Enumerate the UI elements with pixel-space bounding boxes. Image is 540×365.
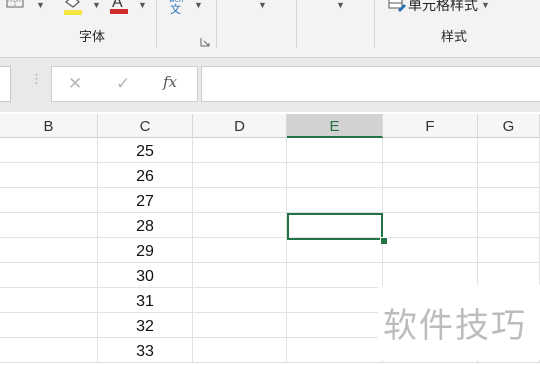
cell-d-6[interactable] — [193, 263, 287, 288]
cell-c-7[interactable]: 31 — [98, 288, 193, 313]
font-color-dropdown-icon[interactable]: ▼ — [138, 0, 147, 10]
cell-f-5[interactable] — [383, 238, 478, 263]
cell-e-2[interactable] — [287, 163, 383, 188]
cell-d-9[interactable] — [193, 338, 287, 363]
number-dropdown-icon[interactable]: ▼ — [336, 0, 345, 10]
cell-e-9[interactable] — [287, 338, 383, 363]
cell-d-1[interactable] — [193, 138, 287, 163]
phonetic-guide-button[interactable]: wén 文 — [166, 0, 188, 16]
column-header-b[interactable]: B — [0, 114, 98, 138]
name-box[interactable] — [0, 66, 11, 102]
cell-c-4[interactable]: 28 — [98, 213, 193, 238]
group-separator — [216, 0, 217, 48]
font-group-label: 字体 — [79, 29, 106, 44]
group-separator — [296, 0, 297, 48]
cell-b-5[interactable] — [0, 238, 98, 263]
fill-color-dropdown-icon[interactable]: ▼ — [92, 0, 101, 10]
cell-g-4[interactable] — [478, 213, 540, 238]
cell-d-2[interactable] — [193, 163, 287, 188]
cell-styles-button[interactable]: 单元格样式 ▼ — [388, 0, 490, 16]
cell-f-2[interactable] — [383, 163, 478, 188]
active-cell-e6[interactable] — [287, 213, 383, 240]
separator — [156, 0, 157, 48]
cell-c-8[interactable]: 32 — [98, 313, 193, 338]
cell-c-3[interactable]: 27 — [98, 188, 193, 213]
font-color-icon: A — [110, 0, 128, 14]
paint-bucket-icon — [64, 0, 82, 15]
cell-d-7[interactable] — [193, 288, 287, 313]
cell-g-1[interactable] — [478, 138, 540, 163]
cell-c-9[interactable]: 33 — [98, 338, 193, 363]
cell-f-3[interactable] — [383, 188, 478, 213]
cell-b-6[interactable] — [0, 263, 98, 288]
alignment-dropdown-icon[interactable]: ▼ — [258, 0, 267, 10]
font-dialog-launcher[interactable] — [200, 34, 210, 47]
borders-dropdown-icon[interactable]: ▼ — [36, 0, 45, 10]
cell-e-3[interactable] — [287, 188, 383, 213]
cell-e-8[interactable] — [287, 313, 383, 338]
confirm-icon[interactable]: ✓ — [116, 74, 130, 94]
namebox-splitter[interactable]: ⋮ — [30, 72, 43, 85]
column-header-f[interactable]: F — [383, 114, 478, 138]
font-color-swatch — [110, 9, 128, 14]
column-header-e[interactable]: E — [287, 114, 383, 138]
cell-f-1[interactable] — [383, 138, 478, 163]
borders-icon — [6, 0, 24, 8]
cell-e-1[interactable] — [287, 138, 383, 163]
cell-c-2[interactable]: 26 — [98, 163, 193, 188]
cell-c-6[interactable]: 30 — [98, 263, 193, 288]
group-separator — [374, 0, 375, 48]
cell-e-6[interactable] — [287, 263, 383, 288]
fill-color-swatch — [64, 10, 82, 15]
borders-button[interactable] — [6, 0, 36, 14]
cell-d-4[interactable] — [193, 213, 287, 238]
fill-color-button[interactable] — [62, 0, 88, 18]
cell-f-4[interactable] — [383, 213, 478, 238]
cell-d-5[interactable] — [193, 238, 287, 263]
cell-b-7[interactable] — [0, 288, 98, 313]
dialog-launcher-icon — [200, 38, 210, 47]
cell-styles-icon — [388, 0, 406, 12]
cell-c-1[interactable]: 25 — [98, 138, 193, 163]
cell-styles-dropdown-icon: ▼ — [481, 0, 490, 10]
column-header-c[interactable]: C — [98, 114, 193, 138]
fill-handle[interactable] — [380, 237, 388, 245]
cell-e-5[interactable] — [287, 238, 383, 263]
cell-g-5[interactable] — [478, 238, 540, 263]
column-header-g[interactable]: G — [478, 114, 540, 138]
cell-b-4[interactable] — [0, 213, 98, 238]
style-group-label: 样式 — [441, 29, 468, 44]
cell-b-9[interactable] — [0, 338, 98, 363]
cell-b-3[interactable] — [0, 188, 98, 213]
cell-c-5[interactable]: 29 — [98, 238, 193, 263]
cell-b-1[interactable] — [0, 138, 98, 163]
cell-g-2[interactable] — [478, 163, 540, 188]
cell-d-3[interactable] — [193, 188, 287, 213]
cell-b-2[interactable] — [0, 163, 98, 188]
column-header-d[interactable]: D — [193, 114, 287, 138]
formula-input[interactable] — [201, 66, 540, 102]
svg-text:文: 文 — [170, 2, 181, 14]
phonetic-guide-icon: wén 文 — [169, 0, 183, 16]
cell-g-3[interactable] — [478, 188, 540, 213]
insert-function-icon[interactable]: fx — [163, 73, 177, 91]
cell-styles-label: 单元格样式 — [408, 0, 478, 13]
cell-d-8[interactable] — [193, 313, 287, 338]
ribbon: ▼ ▼ A ▼ wén 文 ▼ 字体 ▼ ▼ 单元格样式 ▼ 样式 — [0, 0, 540, 58]
cancel-icon[interactable]: ✕ — [68, 74, 82, 94]
cell-b-8[interactable] — [0, 313, 98, 338]
font-color-button[interactable]: A — [108, 0, 134, 18]
phonetic-dropdown-icon[interactable]: ▼ — [194, 0, 203, 10]
cell-e-7[interactable] — [287, 288, 383, 313]
watermark-text: 软件技巧 — [383, 306, 527, 346]
